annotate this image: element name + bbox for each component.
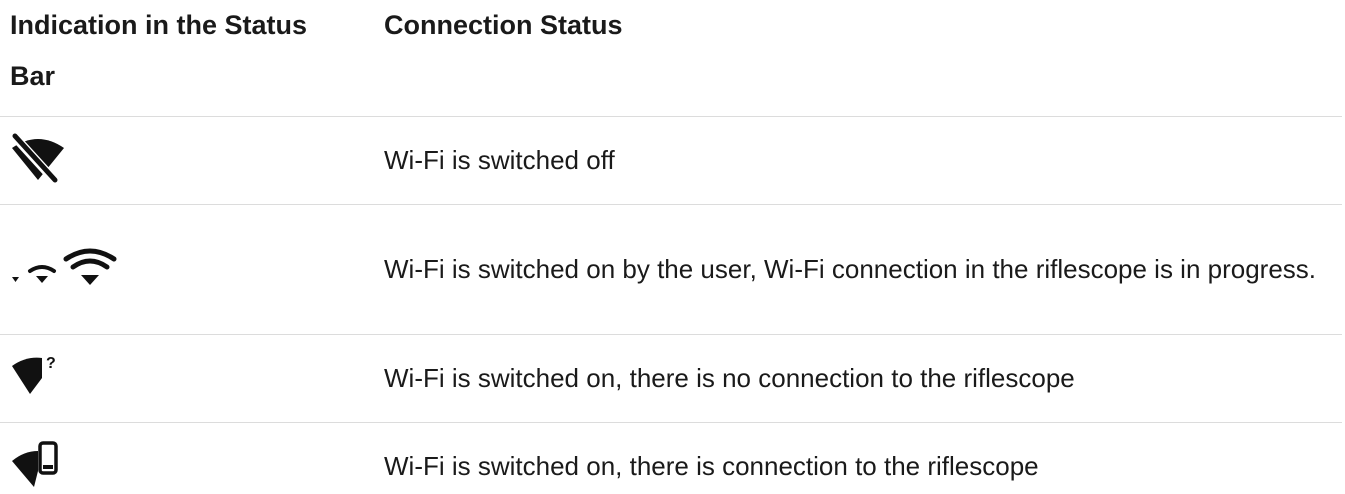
header-indication: Indication in the Status Bar <box>10 10 308 91</box>
svg-text:?: ? <box>46 355 56 372</box>
table-row: ? Wi-Fi is switched on, there is no conn… <box>0 335 1342 423</box>
status-cell: Wi-Fi is switched on by the user, Wi-Fi … <box>374 244 1342 295</box>
header-cell-indication: Indication in the Status Bar <box>0 0 374 116</box>
status-table: Indication in the Status Bar Connection … <box>0 0 1342 490</box>
indication-cell <box>0 245 374 294</box>
status-text: Wi-Fi is switched on, there is connectio… <box>384 451 1039 481</box>
table-header: Indication in the Status Bar Connection … <box>0 0 1342 117</box>
header-cell-status: Connection Status <box>374 0 1342 116</box>
status-cell: Wi-Fi is switched on, there is no connec… <box>374 353 1342 404</box>
status-cell: Wi-Fi is switched off <box>374 135 1342 186</box>
status-text: Wi-Fi is switched off <box>384 145 615 175</box>
indication-cell <box>0 441 374 494</box>
status-text: Wi-Fi is switched on, there is no connec… <box>384 363 1075 393</box>
indication-cell: ? <box>0 354 374 403</box>
table-row: Wi-Fi is switched on by the user, Wi-Fi … <box>0 205 1342 335</box>
header-status: Connection Status <box>384 10 623 40</box>
wifi-off-icon <box>10 132 66 184</box>
wifi-connected-device-icon <box>10 441 62 489</box>
status-cell: Wi-Fi is switched on, there is connectio… <box>374 441 1342 492</box>
table-row: Wi-Fi is switched off <box>0 117 1342 205</box>
wifi-connecting-icon <box>10 245 118 289</box>
indication-cell <box>0 132 374 189</box>
table-row: Wi-Fi is switched on, there is connectio… <box>0 423 1342 490</box>
status-text: Wi-Fi is switched on by the user, Wi-Fi … <box>384 254 1317 284</box>
wifi-no-connection-icon: ? <box>10 354 62 398</box>
